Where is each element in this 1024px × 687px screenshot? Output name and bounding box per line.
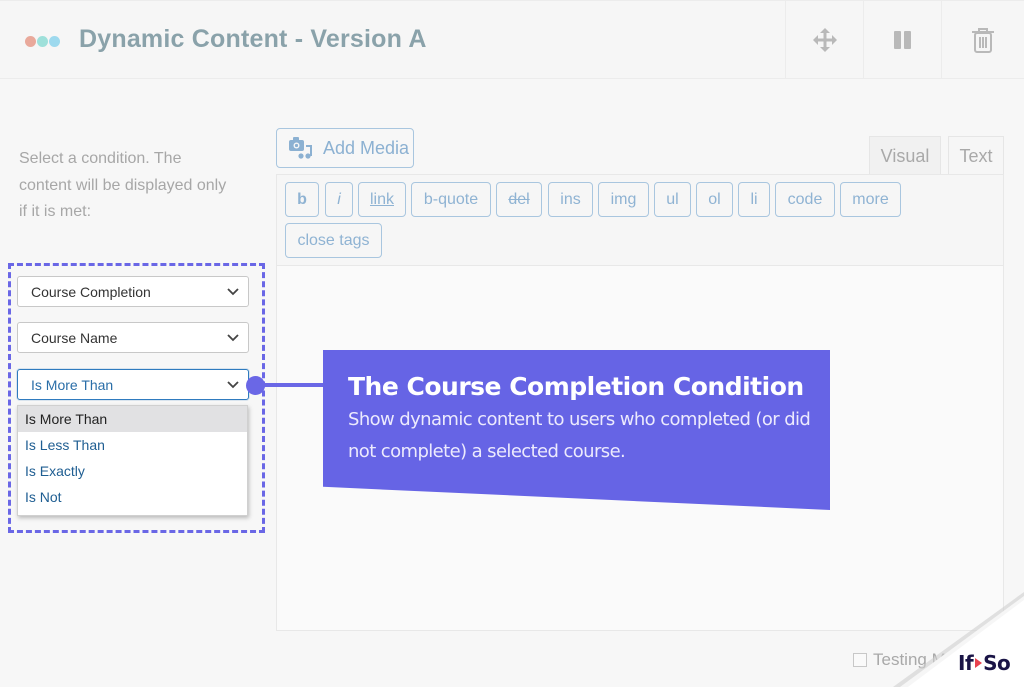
select-value: Is More Than [31, 376, 114, 393]
select-value: Course Completion [31, 283, 151, 300]
page-title: Dynamic Content - Version A [79, 25, 427, 53]
qt-bquote-button[interactable]: b-quote [411, 182, 491, 217]
chevron-down-icon [218, 380, 248, 389]
callout-body: Show dynamic content to users who comple… [348, 409, 811, 462]
qt-li-button[interactable]: li [738, 182, 770, 217]
logo-if: If [958, 651, 974, 675]
logo-arrow-icon [975, 658, 983, 668]
dropdown-option[interactable]: Is Exactly [18, 458, 247, 484]
dot-blue [49, 36, 60, 47]
chevron-down-icon [218, 333, 248, 342]
logo-so: So [983, 651, 1011, 675]
ifso-logo: If So [958, 651, 1011, 675]
qt-code-button[interactable]: code [775, 182, 835, 217]
add-media-label: Add Media [323, 137, 410, 158]
dropdown-option[interactable]: Is Not [18, 484, 247, 510]
testing-mode-option[interactable]: Testing M [853, 650, 946, 670]
delete-button[interactable] [941, 1, 1024, 79]
color-dots-icon [25, 36, 60, 47]
testing-mode-label: Testing M [873, 650, 946, 669]
chevron-down-icon [218, 287, 248, 296]
dropdown-option[interactable]: Is More Than [18, 406, 247, 432]
header-bar: Dynamic Content - Version A [0, 0, 1024, 79]
callout-box: The Course Completion Condition Show dyn… [323, 350, 830, 510]
condition-type-select[interactable]: Course Completion [17, 276, 249, 307]
callout-connector-line [260, 383, 324, 387]
dot-teal [37, 36, 48, 47]
pause-icon [893, 31, 911, 49]
add-media-button[interactable]: Add Media [276, 128, 414, 168]
media-icon [289, 137, 312, 159]
move-button[interactable] [785, 1, 863, 79]
dot-red [25, 36, 36, 47]
tab-visual[interactable]: Visual [869, 136, 941, 175]
tab-text[interactable]: Text [948, 136, 1004, 175]
qt-more-button[interactable]: more [840, 182, 901, 217]
trash-icon [972, 28, 994, 53]
callout-connector-dot [246, 376, 265, 395]
qt-ins-button[interactable]: ins [548, 182, 593, 217]
qt-del-button[interactable]: del [496, 182, 542, 217]
testing-mode-checkbox[interactable] [853, 653, 867, 667]
condition-description: Select a condition. The content will be … [19, 150, 227, 220]
qt-img-button[interactable]: img [598, 182, 649, 217]
dropdown-option[interactable]: Is Less Than [18, 432, 247, 458]
qt-close-tags-button[interactable]: close tags [285, 223, 382, 258]
operator-dropdown-list: Is More Than Is Less Than Is Exactly Is … [17, 405, 248, 516]
qt-italic-button[interactable]: i [325, 182, 353, 217]
qt-bold-button[interactable]: b [285, 182, 319, 217]
course-name-select[interactable]: Course Name [17, 322, 249, 353]
move-icon [812, 28, 837, 52]
pause-button[interactable] [863, 1, 941, 79]
callout-title: The Course Completion Condition [348, 372, 804, 401]
qt-ol-button[interactable]: ol [696, 182, 733, 217]
select-value: Course Name [31, 329, 118, 346]
qt-link-button[interactable]: link [358, 182, 406, 217]
quicktags-toolbar: b i link b-quote del ins img ul ol li co… [277, 175, 1003, 266]
operator-select[interactable]: Is More Than [17, 369, 249, 400]
qt-ul-button[interactable]: ul [654, 182, 691, 217]
